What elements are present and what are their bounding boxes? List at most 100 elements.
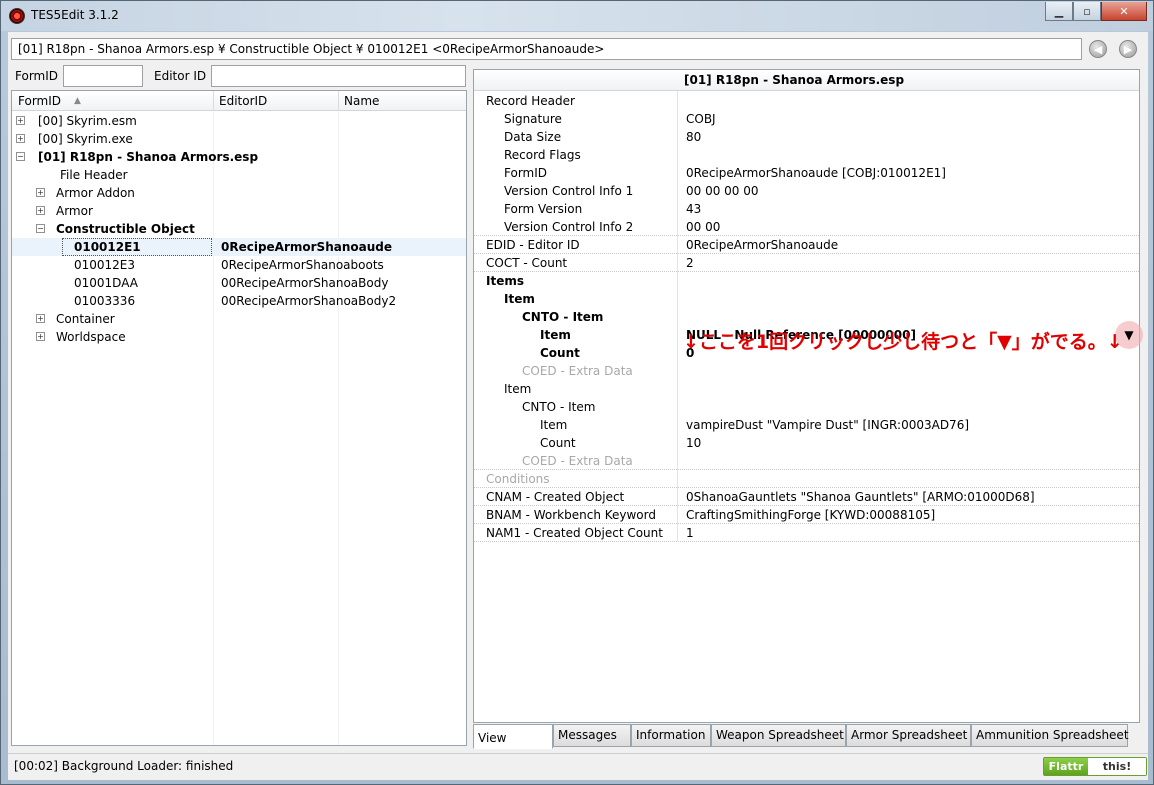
record-field-row[interactable]: FormID 0RecipeArmorShanoaude [COBJ:010012… bbox=[474, 164, 1139, 182]
record-field-row[interactable]: Item vampireDust "Vampire Dust" [INGR:000… bbox=[474, 416, 1139, 434]
record-field-row[interactable]: Items bbox=[474, 272, 1139, 290]
record-field-row[interactable]: Count 10 bbox=[474, 434, 1139, 452]
record-field-row[interactable]: COCT - Count 2 bbox=[474, 254, 1139, 272]
tree-row[interactable]: + Armor Addon bbox=[12, 184, 466, 202]
record-field-row[interactable]: COED - Extra Data bbox=[474, 452, 1139, 470]
tree-row[interactable]: + Armor bbox=[12, 202, 466, 220]
tree-row[interactable]: 010012E3 0RecipeArmorShanoaboots bbox=[12, 256, 466, 274]
editorid-filter-input[interactable] bbox=[211, 65, 466, 87]
record-field-row[interactable]: CNAM - Created Object 0ShanoaGauntlets "S… bbox=[474, 488, 1139, 506]
record-field-row[interactable]: Version Control Info 2 00 00 bbox=[474, 218, 1139, 236]
expand-icon[interactable]: + bbox=[36, 314, 45, 323]
record-field-row[interactable]: Record Flags bbox=[474, 146, 1139, 164]
record-field-row[interactable]: Version Control Info 1 00 00 00 00 bbox=[474, 182, 1139, 200]
record-field-value[interactable]: 0RecipeArmorShanoaude bbox=[686, 238, 838, 252]
expand-icon[interactable]: + bbox=[36, 188, 45, 197]
record-field-name: Record Header bbox=[486, 94, 575, 108]
record-field-value[interactable]: 00 00 bbox=[686, 220, 720, 234]
app-icon bbox=[9, 8, 25, 24]
record-field-name: COED - Extra Data bbox=[522, 454, 633, 468]
close-button[interactable]: ✕ bbox=[1101, 2, 1147, 21]
record-tree[interactable]: FormID ▲ EditorID Name + [00] Skyrim.esm +… bbox=[11, 90, 467, 746]
record-field-row[interactable]: CNTO - Item bbox=[474, 398, 1139, 416]
tree-row[interactable]: + [00] Skyrim.esm bbox=[12, 112, 466, 130]
record-field-row[interactable]: Record Header bbox=[474, 92, 1139, 110]
record-field-row[interactable]: CNTO - Item bbox=[474, 308, 1139, 326]
column-editorid[interactable]: EditorID bbox=[219, 94, 267, 108]
sort-ascending-icon: ▲ bbox=[74, 96, 81, 106]
tree-row[interactable]: File Header bbox=[12, 166, 466, 184]
tree-row[interactable]: 01001DAA 00RecipeArmorShanoaBody bbox=[12, 274, 466, 292]
record-field-name: Signature bbox=[504, 112, 562, 126]
record-path-field[interactable]: [01] R18pn - Shanoa Armors.esp ¥ Constru… bbox=[11, 38, 1082, 60]
tree-row-formid: Worldspace bbox=[56, 330, 126, 344]
record-field-name: COCT - Count bbox=[486, 256, 568, 270]
tree-column-header: FormID ▲ EditorID Name bbox=[12, 91, 466, 111]
record-field-value[interactable]: 1 bbox=[686, 526, 694, 540]
expand-icon[interactable]: + bbox=[16, 116, 25, 125]
record-field-value[interactable]: 80 bbox=[686, 130, 701, 144]
record-field-value[interactable]: 00 00 00 00 bbox=[686, 184, 759, 198]
record-field-value[interactable]: COBJ bbox=[686, 112, 716, 126]
record-field-name: Count bbox=[540, 346, 580, 360]
editorid-filter-label: Editor ID bbox=[154, 69, 207, 83]
collapse-icon[interactable]: − bbox=[36, 224, 45, 233]
tab-armor-spreadsheet[interactable]: Armor Spreadsheet bbox=[846, 724, 971, 747]
collapse-icon[interactable]: − bbox=[16, 152, 25, 161]
record-field-row[interactable]: Item bbox=[474, 290, 1139, 308]
tree-row[interactable]: 01003336 00RecipeArmorShanoaBody2 bbox=[12, 292, 466, 310]
back-nav-icon[interactable]: ◀ bbox=[1089, 40, 1107, 58]
record-field-name: EDID - Editor ID bbox=[486, 238, 580, 252]
record-field-name: Version Control Info 2 bbox=[504, 220, 634, 234]
minimize-button[interactable]: ▁ bbox=[1045, 2, 1073, 21]
tab-weapon-spreadsheet[interactable]: Weapon Spreadsheet bbox=[711, 724, 846, 747]
record-field-row[interactable]: Signature COBJ bbox=[474, 110, 1139, 128]
tree-row[interactable]: + Container bbox=[12, 310, 466, 328]
record-field-value[interactable]: 0ShanoaGauntlets "Shanoa Gauntlets" [ARM… bbox=[686, 490, 1035, 504]
tab-view[interactable]: View bbox=[473, 724, 553, 749]
record-field-value[interactable]: 43 bbox=[686, 202, 701, 216]
record-field-row[interactable]: Item bbox=[474, 380, 1139, 398]
flattr-button[interactable]: Flattr this! bbox=[1043, 757, 1147, 776]
column-name[interactable]: Name bbox=[344, 94, 379, 108]
record-field-row[interactable]: Data Size 80 bbox=[474, 128, 1139, 146]
record-view[interactable]: [01] R18pn - Shanoa Armors.esp Record He… bbox=[473, 69, 1143, 723]
record-field-name: Record Flags bbox=[504, 148, 581, 162]
record-field-value[interactable]: vampireDust "Vampire Dust" [INGR:0003AD7… bbox=[686, 418, 969, 432]
record-file-title: [01] R18pn - Shanoa Armors.esp bbox=[684, 73, 905, 87]
record-field-name: Form Version bbox=[504, 202, 583, 216]
tree-row-formid: 01003336 bbox=[74, 294, 136, 308]
record-field-value[interactable]: CraftingSmithingForge [KYWD:00088105] bbox=[686, 508, 935, 522]
record-field-name: Data Size bbox=[504, 130, 562, 144]
tab-ammunition-spreadsheet[interactable]: Ammunition Spreadsheet bbox=[971, 724, 1129, 747]
title-bar[interactable]: TES5Edit 3.1.2 ▁ ▫ ✕ bbox=[1, 1, 1153, 31]
record-field-value[interactable]: 0RecipeArmorShanoaude [COBJ:010012E1] bbox=[686, 166, 946, 180]
record-field-row[interactable]: Conditions bbox=[474, 470, 1139, 488]
record-field-row[interactable]: Form Version 43 bbox=[474, 200, 1139, 218]
expand-icon[interactable]: + bbox=[36, 206, 45, 215]
tree-row[interactable]: + [00] Skyrim.exe bbox=[12, 130, 466, 148]
tree-row[interactable]: − [01] R18pn - Shanoa Armors.esp bbox=[12, 148, 466, 166]
tree-row[interactable]: − Constructible Object bbox=[12, 220, 466, 238]
tab-messages[interactable]: Messages bbox=[553, 724, 631, 747]
record-field-row[interactable]: NAM1 - Created Object Count 1 bbox=[474, 524, 1139, 542]
expand-icon[interactable]: + bbox=[36, 332, 45, 341]
forward-nav-icon[interactable]: ▶ bbox=[1119, 40, 1137, 58]
tab-information[interactable]: Information bbox=[631, 724, 711, 747]
record-field-row[interactable]: BNAM - Workbench Keyword CraftingSmithing… bbox=[474, 506, 1139, 524]
tree-row[interactable]: + Worldspace bbox=[12, 328, 466, 346]
maximize-button[interactable]: ▫ bbox=[1073, 2, 1101, 21]
client-area: [01] R18pn - Shanoa Armors.esp ¥ Constru… bbox=[8, 32, 1148, 780]
window-controls: ▁ ▫ ✕ bbox=[1045, 2, 1147, 21]
tree-row-formid: 010012E3 bbox=[74, 258, 136, 272]
record-field-row[interactable]: EDID - Editor ID 0RecipeArmorShanoaude bbox=[474, 236, 1139, 254]
record-field-row[interactable]: COED - Extra Data bbox=[474, 362, 1139, 380]
annotation-text: ↓ここを1回クリックし少し待つと「▼」がでる。↓ bbox=[683, 331, 1123, 353]
expand-icon[interactable]: + bbox=[16, 134, 25, 143]
column-formid[interactable]: FormID bbox=[18, 94, 61, 108]
record-field-value[interactable]: 10 bbox=[686, 436, 701, 450]
flattr-this-label: this! bbox=[1088, 758, 1146, 775]
tree-row[interactable]: 010012E1 0RecipeArmorShanoaude bbox=[12, 238, 466, 256]
formid-filter-input[interactable] bbox=[63, 65, 143, 87]
record-field-value[interactable]: 2 bbox=[686, 256, 694, 270]
